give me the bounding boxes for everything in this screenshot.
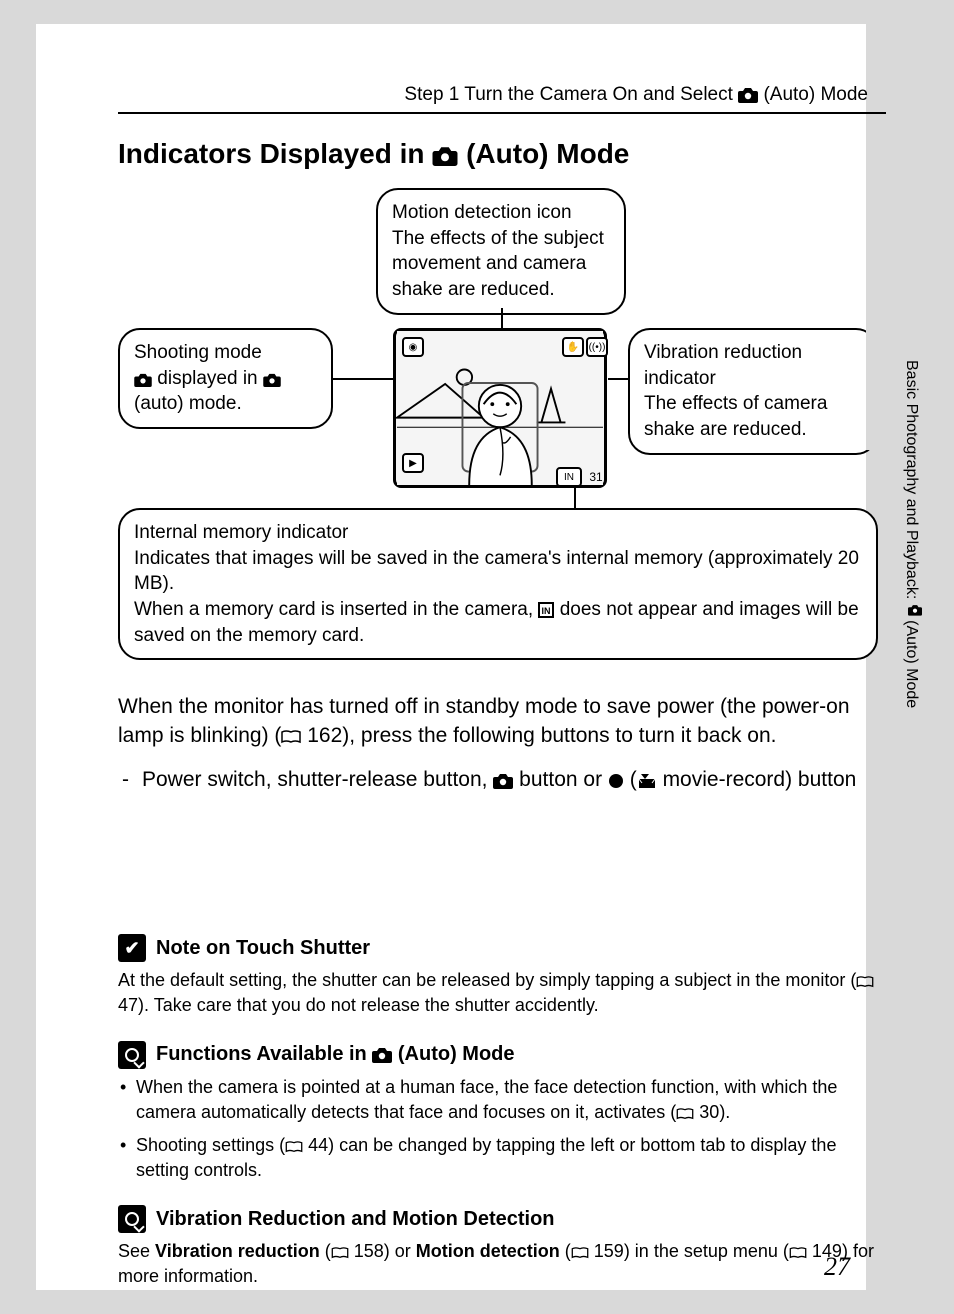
- circle-icon: [608, 773, 624, 789]
- page-number: 27: [824, 1252, 850, 1282]
- n3-md: Motion detection: [416, 1241, 560, 1261]
- side-label-pre: Basic Photography and Playback:: [903, 360, 920, 604]
- side-label: Basic Photography and Playback: (Auto) M…: [902, 360, 922, 760]
- callout-shoot-l1: Shooting mode: [134, 342, 262, 363]
- breadcrumb: Step 1 Turn the Camera On and Select (Au…: [118, 84, 886, 106]
- tip-icon: [118, 1041, 146, 1069]
- book-icon: [281, 730, 301, 744]
- camera-icon: [493, 773, 513, 789]
- book-icon: [856, 976, 874, 988]
- movie-record-icon: [637, 773, 657, 789]
- mem-l2: Indicates that images will be saved in t…: [134, 548, 859, 595]
- check-icon: [118, 934, 146, 962]
- bullet-mid: button or: [513, 768, 608, 791]
- n2b1-pre: When the camera is pointed at a human fa…: [136, 1077, 837, 1122]
- in-icon: IN: [538, 602, 554, 618]
- motion-chip-icon: ✋: [562, 337, 584, 357]
- internal-memory-chip-icon: IN: [556, 467, 582, 487]
- note-functions-available: Functions Available in (Auto) Mode When …: [118, 1041, 886, 1184]
- diagram: Motion detection icon The effects of the…: [118, 188, 878, 678]
- p1-post: ), press the following buttons to turn i…: [342, 724, 776, 747]
- page-title: Indicators Displayed in (Auto) Mode: [118, 138, 886, 170]
- book-icon: [676, 1108, 694, 1120]
- shots-remaining: 31: [586, 467, 606, 487]
- breadcrumb-text-pre: Step 1 Turn the Camera On and Select: [404, 84, 738, 105]
- play-chip-icon: ▶: [402, 453, 424, 473]
- callout-shooting-mode: Shooting mode displayed in (auto) mode.: [118, 328, 333, 429]
- n2b1-post: ).: [719, 1102, 730, 1122]
- callout-shoot-l2post: (auto) mode.: [134, 393, 242, 414]
- book-icon: [331, 1247, 349, 1259]
- connector: [574, 488, 576, 508]
- callout-motion-detection: Motion detection icon The effects of the…: [376, 188, 626, 315]
- n2-title-post: (Auto) Mode: [392, 1043, 514, 1065]
- camera-icon: [908, 604, 922, 616]
- n3-mid2: ) in the setup menu (: [624, 1241, 789, 1261]
- n1-post: ). Take care that you do not release the…: [138, 995, 599, 1015]
- mem-l1: Internal memory indicator: [134, 522, 348, 543]
- note-title: Note on Touch Shutter: [156, 937, 370, 960]
- callout-vibration-reduction: Vibration reduction indicator The effect…: [628, 328, 878, 455]
- callout-shoot-l2pre: displayed in: [152, 368, 263, 389]
- connector: [608, 378, 628, 380]
- svg-text:IN: IN: [542, 606, 551, 616]
- note-heading: Functions Available in (Auto) Mode: [118, 1041, 886, 1069]
- tip-icon: [118, 1205, 146, 1233]
- title-post: (Auto) Mode: [458, 138, 629, 169]
- body-paragraph: When the monitor has turned off in stand…: [118, 692, 886, 751]
- n3-pre: See: [118, 1241, 155, 1261]
- note-touch-shutter: Note on Touch Shutter At the default set…: [118, 934, 886, 1018]
- connector: [501, 308, 503, 328]
- n2b2-ref: 44: [303, 1135, 328, 1155]
- camera-icon: [263, 373, 281, 387]
- p1-ref: 162: [301, 724, 342, 747]
- note-bullets: When the camera is pointed at a human fa…: [118, 1075, 886, 1184]
- page: Step 1 Turn the Camera On and Select (Au…: [0, 0, 954, 1314]
- mem-l3-pre: When a memory card is inserted in the ca…: [134, 599, 538, 620]
- bullet-paren-close: movie-record) button: [657, 768, 857, 791]
- title-pre: Indicators Displayed in: [118, 138, 432, 169]
- n2-title-pre: Functions Available in: [156, 1043, 372, 1065]
- n3-title: Vibration Reduction and Motion Detection: [156, 1208, 555, 1231]
- camera-icon: [134, 373, 152, 387]
- note-vr-motion: Vibration Reduction and Motion Detection…: [118, 1205, 886, 1289]
- camera-icon: [372, 1047, 392, 1063]
- n3-vr: Vibration reduction: [155, 1241, 320, 1261]
- paper-area: Step 1 Turn the Camera On and Select (Au…: [36, 24, 866, 1290]
- n1-pre: At the default setting, the shutter can …: [118, 970, 856, 990]
- body-bullet: Power switch, shutter-release button, bu…: [118, 765, 886, 794]
- camera-icon: [432, 146, 458, 166]
- connector: [333, 378, 393, 380]
- n2b2-pre: Shooting settings (: [136, 1135, 285, 1155]
- content-area: Step 1 Turn the Camera On and Select (Au…: [118, 84, 886, 1290]
- n3-vr-ref: 158: [349, 1241, 384, 1261]
- n1-ref: 47: [118, 995, 138, 1015]
- bullet-paren-open: (: [624, 768, 637, 791]
- note-body: At the default setting, the shutter can …: [118, 968, 886, 1018]
- book-icon: [571, 1247, 589, 1259]
- breadcrumb-text-post: (Auto) Mode: [758, 84, 868, 105]
- vr-chip-icon: ((•)): [586, 337, 608, 357]
- separator: [118, 112, 886, 114]
- note-bullet: Shooting settings ( 44) can be changed b…: [118, 1133, 886, 1183]
- side-label-post: (Auto) Mode: [903, 616, 920, 708]
- lcd-preview: ◉ ✋ ((•)) ▶ IN 31: [393, 328, 607, 488]
- camera-icon: [738, 87, 758, 103]
- note-heading: Note on Touch Shutter: [118, 934, 886, 962]
- book-icon: [285, 1141, 303, 1153]
- n3-md-ref: 159: [589, 1241, 624, 1261]
- note-heading: Vibration Reduction and Motion Detection: [118, 1205, 886, 1233]
- note-body: See Vibration reduction ( 158) or Motion…: [118, 1239, 886, 1289]
- n3-mid: ) or: [384, 1241, 416, 1261]
- note-bullet: When the camera is pointed at a human fa…: [118, 1075, 886, 1125]
- n2b1-ref: 30: [694, 1102, 719, 1122]
- book-icon: [789, 1247, 807, 1259]
- callout-internal-memory: Internal memory indicator Indicates that…: [118, 508, 878, 660]
- mode-chip-icon: ◉: [402, 337, 424, 357]
- bullet-pre: Power switch, shutter-release button,: [142, 768, 493, 791]
